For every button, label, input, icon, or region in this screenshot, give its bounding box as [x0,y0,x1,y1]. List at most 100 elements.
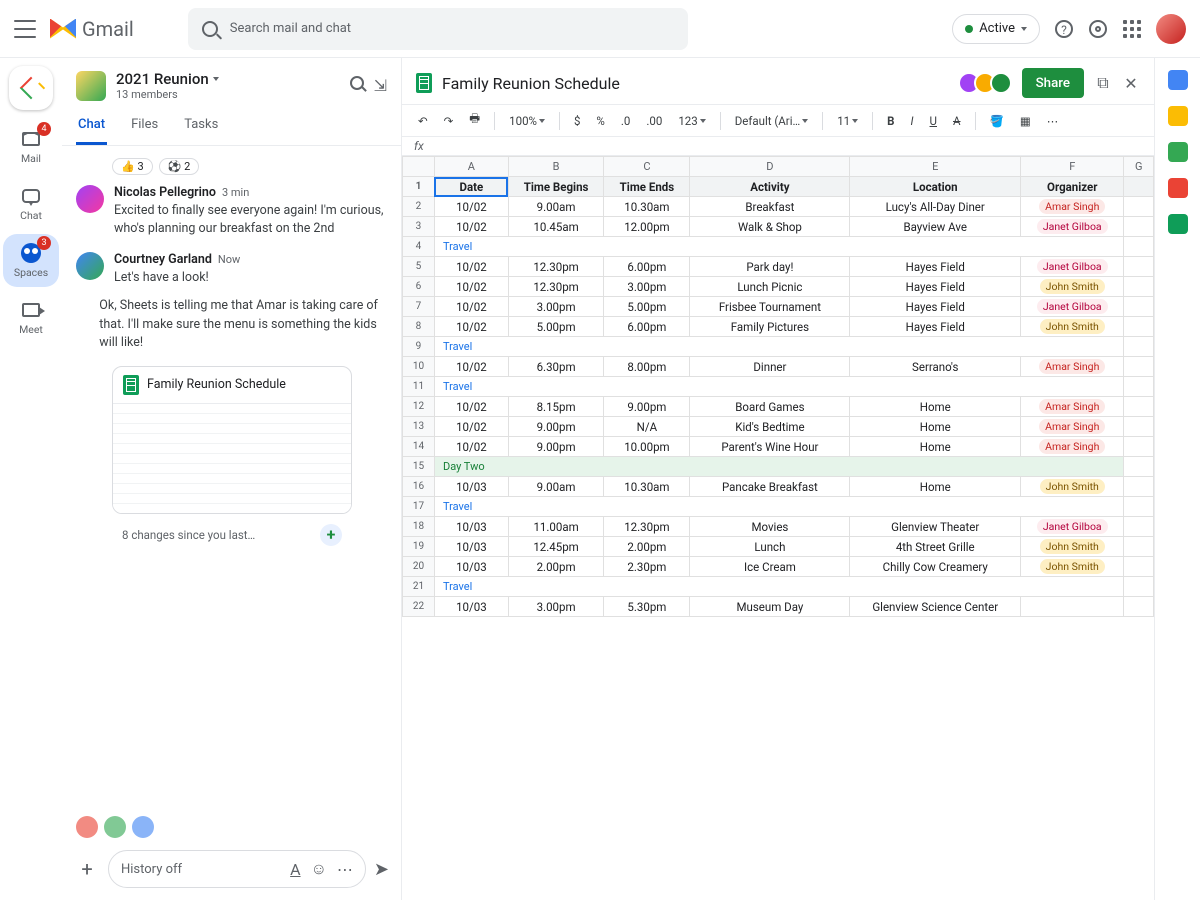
menu-icon[interactable] [14,20,36,38]
cell[interactable]: 3.00pm [508,297,604,317]
cell[interactable]: 10/03 [434,597,508,617]
row-header[interactable]: 11 [403,377,435,397]
row-header[interactable]: 22 [403,597,435,617]
cell[interactable]: Hayes Field [850,277,1021,297]
cell[interactable]: 10.00pm [604,437,690,457]
avatar[interactable] [76,185,104,213]
row-header[interactable]: 1 [403,177,435,197]
col-header[interactable]: A [434,157,508,177]
avatar[interactable] [76,252,104,280]
cell[interactable]: Serrano's [850,357,1021,377]
cell[interactable]: Time Ends [604,177,690,197]
cell[interactable]: 8.15pm [508,397,604,417]
currency-button[interactable]: $ [570,112,584,130]
cell[interactable]: 3.00pm [508,597,604,617]
tasks-icon[interactable] [1168,142,1188,162]
cell[interactable]: John Smith [1021,277,1124,297]
cell[interactable]: 10.30am [604,477,690,497]
cell[interactable]: John Smith [1021,557,1124,577]
col-header[interactable]: B [508,157,604,177]
cell[interactable]: Hayes Field [850,297,1021,317]
zoom-select[interactable]: 100% [505,112,549,130]
search-bar[interactable]: Search mail and chat [188,8,688,50]
inc-button[interactable]: .00 [642,112,666,130]
cell[interactable]: 10/02 [434,277,508,297]
settings-button[interactable] [1088,19,1108,39]
cell[interactable]: Museum Day [690,597,850,617]
cell[interactable]: 10/02 [434,417,508,437]
cell[interactable]: 9.00pm [508,437,604,457]
cell[interactable]: Travel [434,377,1123,397]
col-header[interactable]: C [604,157,690,177]
cell[interactable]: 5.30pm [604,597,690,617]
cell[interactable]: Movies [690,517,850,537]
cell[interactable] [1124,357,1154,377]
cell[interactable]: 10/02 [434,437,508,457]
row-header[interactable]: 14 [403,437,435,457]
cell[interactable]: 6.00pm [604,317,690,337]
cell[interactable]: 5.00pm [508,317,604,337]
sheets-attachment-card[interactable]: Family Reunion Schedule [112,366,352,514]
cell[interactable]: 10.30am [604,197,690,217]
row-header[interactable]: 9 [403,337,435,357]
col-header[interactable]: F [1021,157,1124,177]
more-icon[interactable]: ⋯ [337,860,353,879]
cell[interactable]: Travel [434,337,1123,357]
cell[interactable] [1124,517,1154,537]
row-header[interactable]: 15 [403,457,435,477]
cell[interactable]: 10/02 [434,357,508,377]
row-header[interactable]: 7 [403,297,435,317]
cell[interactable]: Chilly Cow Creamery [850,557,1021,577]
underline-button[interactable]: U [926,112,941,130]
cell[interactable]: 10/03 [434,477,508,497]
cell[interactable]: 12.45pm [508,537,604,557]
cell[interactable]: John Smith [1021,477,1124,497]
emoji-icon[interactable]: ☺ [311,859,327,879]
strike-button[interactable]: A [949,112,965,130]
cell[interactable]: Janet Gilboa [1021,217,1124,237]
cell[interactable] [1124,257,1154,277]
font-select[interactable]: Default (Ari… [731,112,812,130]
font-size[interactable]: 11 [833,112,862,130]
cell[interactable]: 2.00pm [508,557,604,577]
rail-item-mail[interactable]: 4 Mail [3,120,59,173]
redo-button[interactable]: ↷ [440,112,458,130]
reaction-chip[interactable]: ⚽ 2 [159,158,200,175]
cell[interactable] [1124,577,1154,597]
cell[interactable] [1124,217,1154,237]
row-header[interactable]: 6 [403,277,435,297]
cell[interactable]: 10/02 [434,297,508,317]
percent-button[interactable]: % [592,112,608,130]
spreadsheet-grid[interactable]: A B C D E F G 1DateTime BeginsTime EndsA… [402,156,1154,900]
cell[interactable]: Home [850,397,1021,417]
cell[interactable]: Day Two [434,457,1123,477]
cell[interactable]: Breakfast [690,197,850,217]
cell[interactable] [1124,497,1154,517]
collapse-icon[interactable]: ⇲ [374,76,387,95]
cell[interactable]: Home [850,477,1021,497]
cell[interactable]: Pancake Breakfast [690,477,850,497]
cell[interactable]: 2.00pm [604,537,690,557]
cell[interactable]: Janet Gilboa [1021,517,1124,537]
cell[interactable]: Amar Singh [1021,437,1124,457]
cell[interactable]: 10/02 [434,397,508,417]
format-icon[interactable]: A [290,860,300,879]
cell[interactable] [1021,597,1124,617]
cell[interactable]: Home [850,417,1021,437]
share-button[interactable]: Share [1022,68,1084,98]
add-icon[interactable]: + [74,856,100,882]
formula-bar[interactable]: fx [402,137,1154,156]
row-header[interactable]: 13 [403,417,435,437]
avatar[interactable] [76,816,98,838]
cell[interactable]: Dinner [690,357,850,377]
cell[interactable] [1124,197,1154,217]
bold-button[interactable]: B [883,112,898,130]
cell[interactable]: John Smith [1021,317,1124,337]
cell[interactable]: Organizer [1021,177,1124,197]
row-header[interactable]: 20 [403,557,435,577]
sheet-title[interactable]: Family Reunion Schedule [442,74,620,93]
avatar[interactable] [104,816,126,838]
more-icon[interactable]: ⋯ [1043,112,1063,130]
help-button[interactable]: ? [1054,19,1074,39]
row-header[interactable]: 18 [403,517,435,537]
